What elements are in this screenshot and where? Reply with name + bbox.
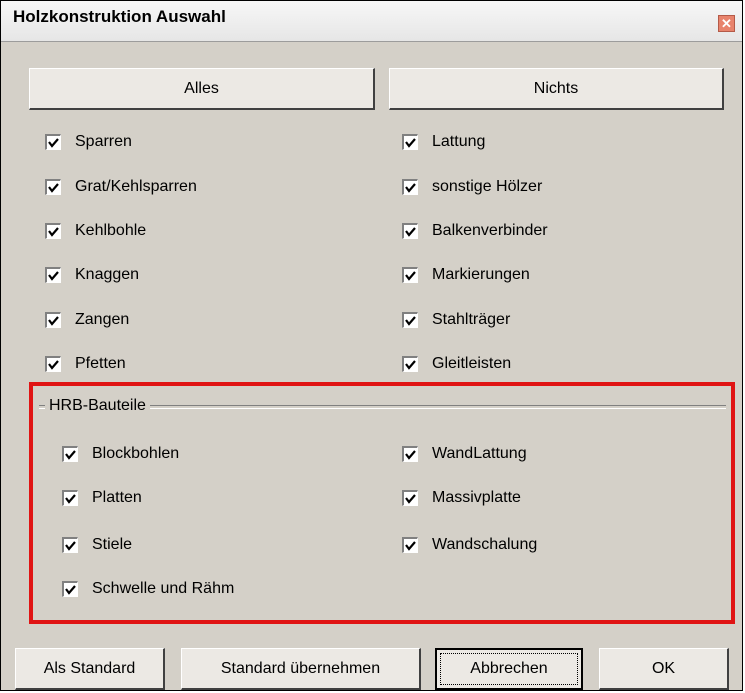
title-bar[interactable]: Holzkonstruktion Auswahl ✕ (1, 1, 742, 42)
checkbox-balkenverbinder[interactable]: Balkenverbinder (402, 222, 548, 240)
checkbox-box[interactable] (45, 356, 61, 372)
checkbox-zangen[interactable]: Zangen (45, 311, 129, 329)
window-title: Holzkonstruktion Auswahl (13, 7, 226, 26)
cancel-button[interactable]: Abbrechen (435, 648, 583, 690)
checkbox-box[interactable] (45, 134, 61, 150)
checkbox-box[interactable] (402, 267, 418, 283)
select-none-button[interactable]: Nichts (389, 68, 724, 110)
checkbox-label: sonstige Hölzer (432, 178, 543, 195)
checkbox-knaggen[interactable]: Knaggen (45, 266, 139, 284)
checkbox-sonstige-hoelzer[interactable]: sonstige Hölzer (402, 178, 542, 196)
checkbox-label: Gleitleisten (432, 355, 512, 372)
checkbox-box[interactable] (402, 312, 418, 328)
ok-button[interactable]: OK (599, 648, 729, 690)
set-default-button[interactable]: Als Standard (15, 648, 165, 690)
checkbox-label: Markierungen (432, 266, 530, 283)
checkbox-markierungen[interactable]: Markierungen (402, 266, 530, 284)
close-icon[interactable]: ✕ (718, 15, 735, 32)
checkbox-box[interactable] (45, 267, 61, 283)
highlight-box (29, 382, 735, 624)
checkbox-box[interactable] (402, 134, 418, 150)
checkbox-label: Stahlträger (432, 311, 511, 328)
checkbox-label: Zangen (75, 311, 130, 328)
dialog-window: Holzkonstruktion Auswahl ✕ Alles Nichts … (0, 0, 743, 691)
checkbox-grat-kehlsparren[interactable]: Grat/Kehlsparren (45, 178, 197, 196)
checkbox-lattung[interactable]: Lattung (402, 133, 485, 151)
checkbox-box[interactable] (45, 312, 61, 328)
checkbox-label: Sparren (75, 133, 132, 150)
apply-default-button[interactable]: Standard übernehmen (181, 648, 421, 690)
checkbox-box[interactable] (402, 223, 418, 239)
checkbox-kehlbohle[interactable]: Kehlbohle (45, 222, 146, 240)
checkbox-label: Lattung (432, 133, 486, 150)
focus-rectangle (440, 653, 578, 685)
checkbox-box[interactable] (45, 179, 61, 195)
checkbox-label: Kehlbohle (75, 222, 147, 239)
checkbox-label: Grat/Kehlsparren (75, 178, 197, 195)
checkbox-box[interactable] (402, 356, 418, 372)
checkbox-box[interactable] (45, 223, 61, 239)
checkbox-gleitleisten[interactable]: Gleitleisten (402, 355, 511, 373)
checkbox-box[interactable] (402, 179, 418, 195)
checkbox-sparren[interactable]: Sparren (45, 133, 132, 151)
select-all-button[interactable]: Alles (29, 68, 375, 110)
checkbox-label: Knaggen (75, 266, 140, 283)
checkbox-stahltraeger[interactable]: Stahlträger (402, 311, 510, 329)
checkbox-label: Balkenverbinder (432, 222, 548, 239)
checkbox-pfetten[interactable]: Pfetten (45, 355, 126, 373)
checkbox-label: Pfetten (75, 355, 126, 372)
